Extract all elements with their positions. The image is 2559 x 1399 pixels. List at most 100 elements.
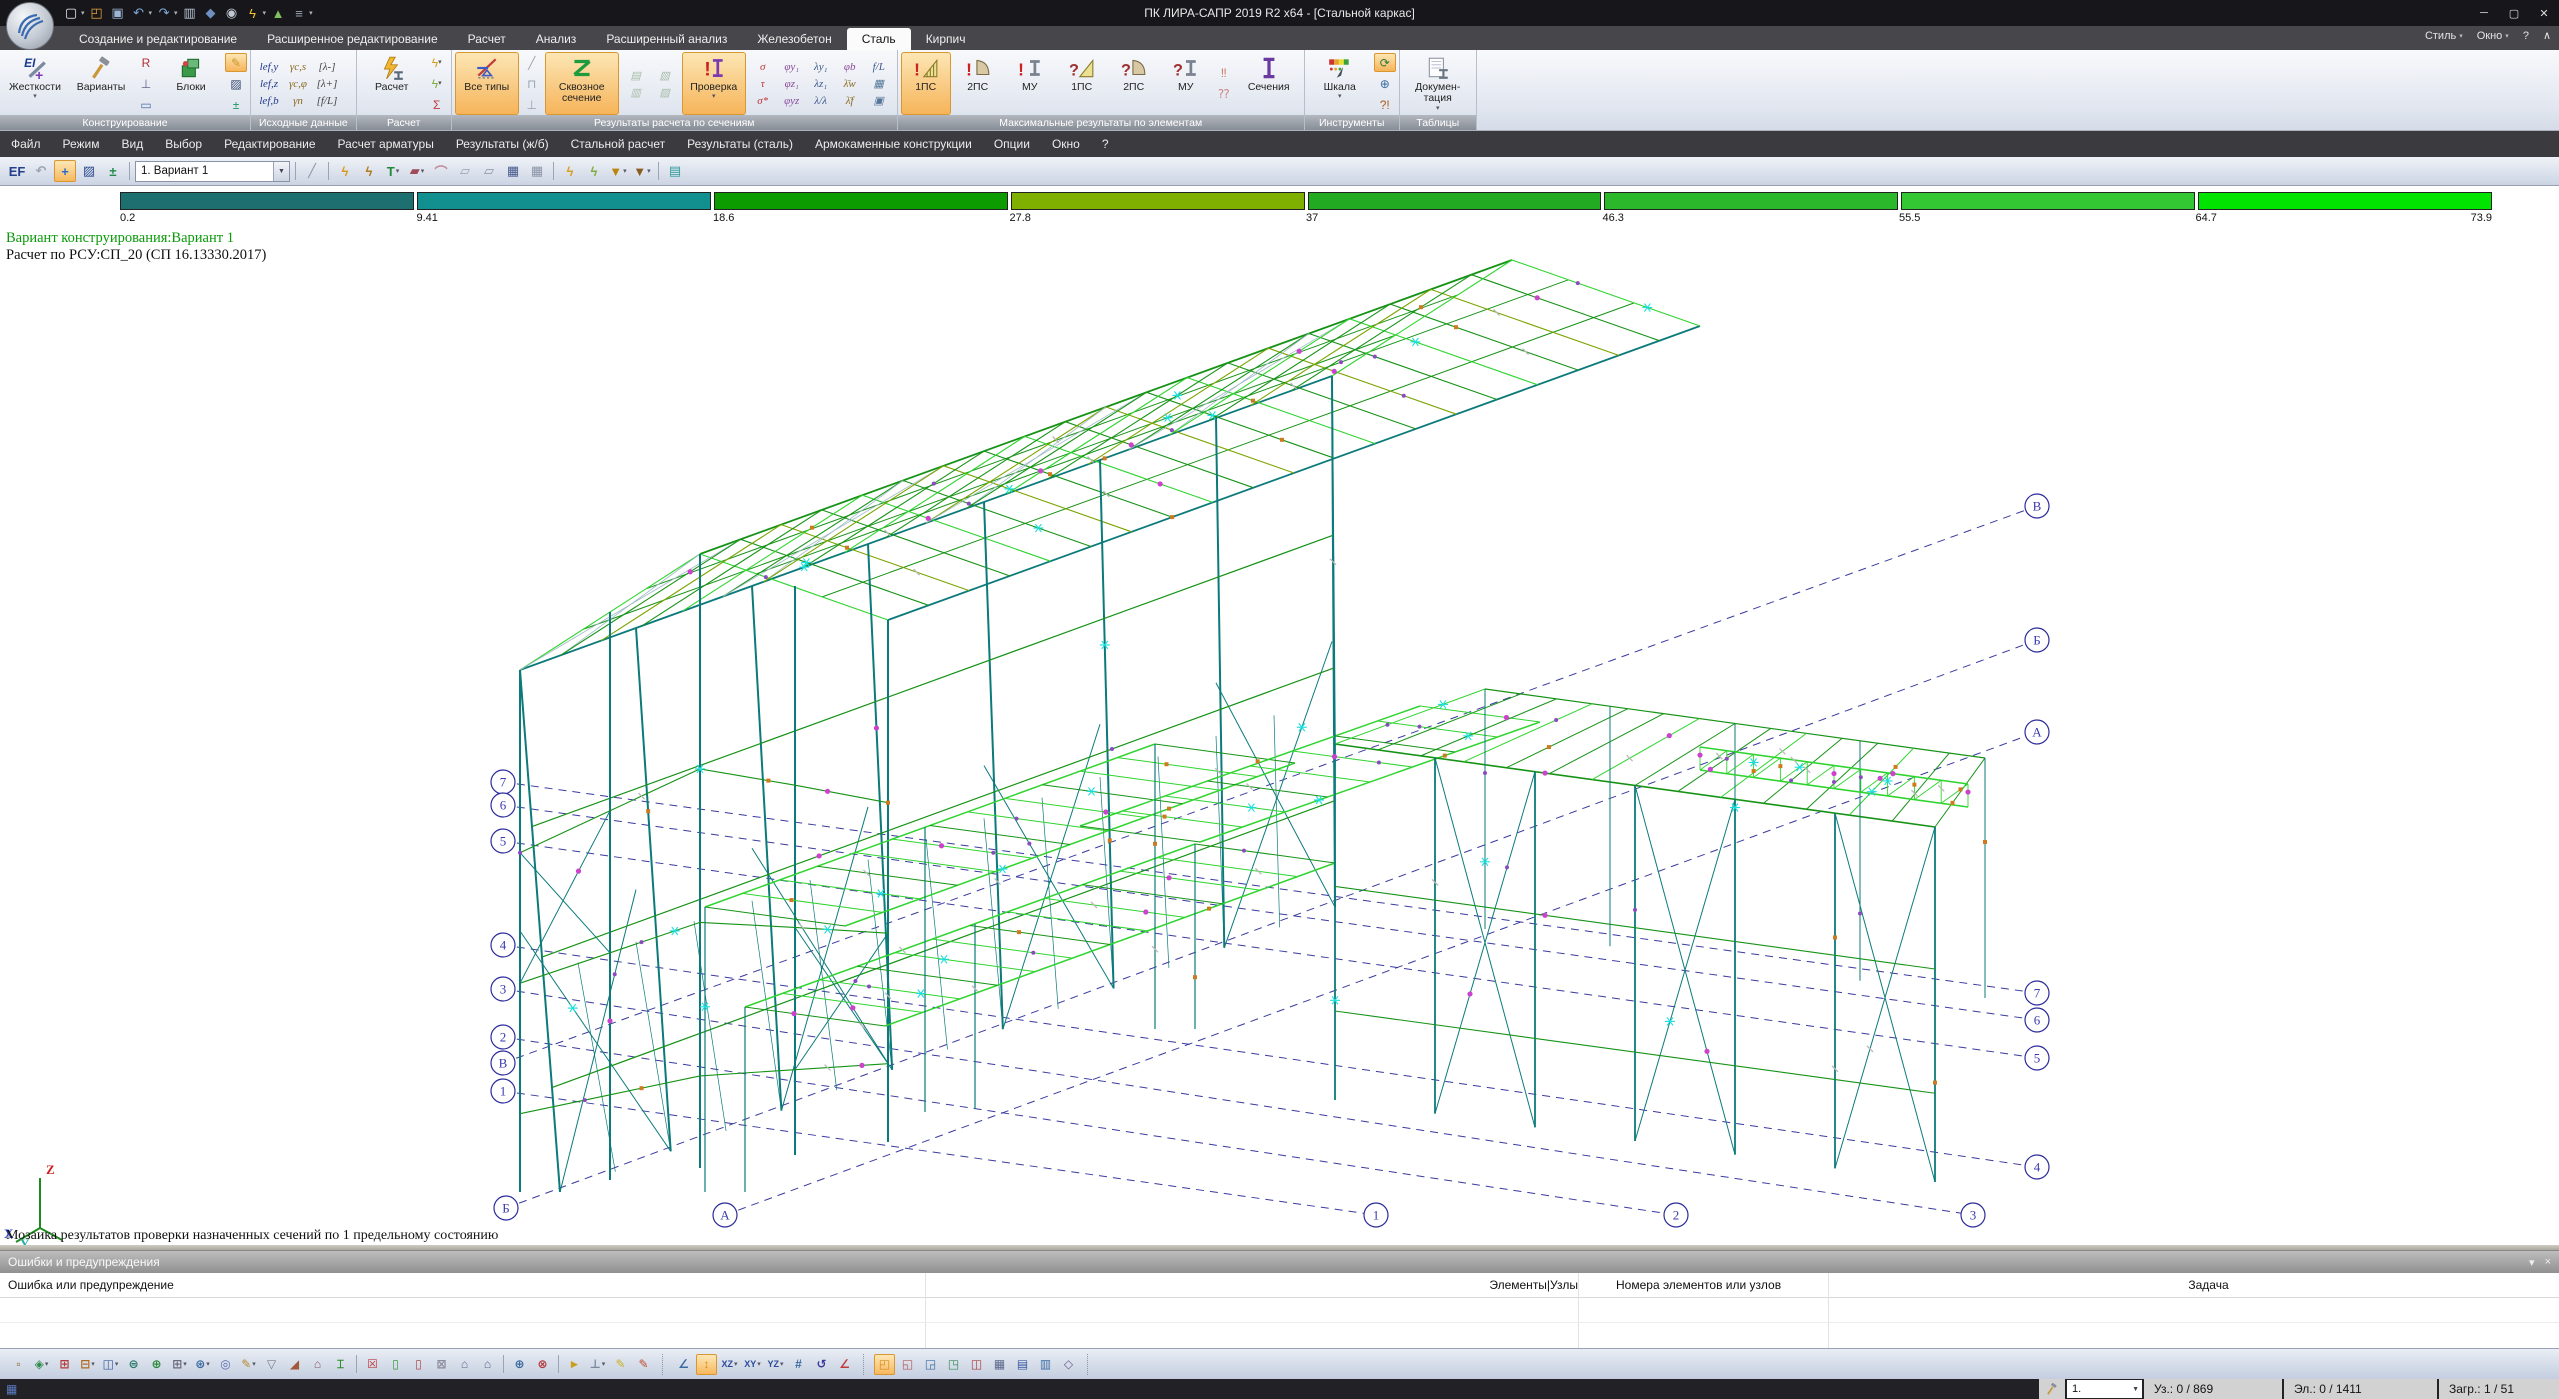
ribbon-symbol-cell[interactable]: ▥ — [623, 84, 649, 100]
menu-окно[interactable]: Окно — [1041, 137, 1091, 151]
col-error[interactable]: Ошибка или предупреждение — [0, 1273, 933, 1297]
undo-icon[interactable]: ↶ — [130, 4, 148, 22]
select-nodes-icon[interactable]: ⊞ — [54, 1354, 75, 1375]
view-yz-icon[interactable]: YZ▾ — [765, 1354, 786, 1375]
select-special-icon[interactable]: ⊛▾ — [192, 1354, 213, 1375]
table-doc-icon[interactable]: ▦ — [502, 160, 524, 182]
ribbon-button-stiffness[interactable]: EI+Жесткости▾ — [3, 52, 67, 115]
plus-minus-icon[interactable]: ± — [102, 160, 124, 182]
panel-close-icon[interactable]: × — [2545, 1256, 2551, 1269]
ribbon-right-Окно[interactable]: Окно▾ — [2477, 30, 2509, 42]
ribbon-symbol-cell[interactable]: σ* — [750, 93, 776, 109]
menu-результаты-сталь-[interactable]: Результаты (сталь) — [676, 137, 804, 151]
view-xz-icon[interactable]: XZ▾ — [719, 1354, 740, 1375]
menu-опции[interactable]: Опции — [983, 137, 1041, 151]
calc-flash-b-icon[interactable]: ϟ — [583, 160, 605, 182]
perp-icon[interactable]: ⊥▾ — [587, 1354, 608, 1375]
draw-pen-icon[interactable]: ✎▾ — [238, 1354, 259, 1375]
corner-icon[interactable]: ◢ — [284, 1354, 305, 1375]
menu-вид[interactable]: Вид — [111, 137, 155, 151]
ribbon-symbol-cell[interactable]: [λ+] — [314, 76, 340, 92]
ribbon-symbol-cell[interactable]: ▤ — [623, 67, 649, 83]
fragment-4-icon[interactable]: ◫ — [966, 1354, 987, 1375]
ribbon-small-icon[interactable]: ?! — [1374, 95, 1396, 114]
snapshot-icon[interactable]: ◉ — [223, 4, 241, 22]
tab-сталь[interactable]: Сталь — [847, 28, 911, 50]
ribbon-small-icon[interactable]: ⊥ — [521, 95, 543, 114]
select-add-icon[interactable]: ⊕ — [146, 1354, 167, 1375]
select-poly-icon[interactable]: ▫ — [8, 1354, 29, 1375]
calc-book-icon[interactable]: ϟ — [358, 160, 380, 182]
rotate-view-icon[interactable]: ↺ — [811, 1354, 832, 1375]
ribbon-small-icon[interactable]: ⟳ — [1374, 53, 1396, 72]
close-button[interactable]: ✕ — [2529, 3, 2559, 23]
fragment-1-icon[interactable]: ◱ — [897, 1354, 918, 1375]
view-xy-icon[interactable]: XY▾ — [742, 1354, 763, 1375]
select-elements-icon[interactable]: ⊟▾ — [77, 1354, 98, 1375]
hammer-icon[interactable] — [2039, 1379, 2065, 1399]
ribbon-button-q-beam[interactable]: ?МУ — [1161, 52, 1211, 115]
eraser-icon[interactable]: ▰▾ — [406, 160, 428, 182]
panel-b-icon[interactable]: ▱ — [478, 160, 500, 182]
ribbon-small-icon[interactable]: ϟ▾ — [426, 53, 448, 72]
ribbon-symbol-cell[interactable]: γn — [285, 93, 311, 109]
col-elements-nodes[interactable]: Элементы|Узлы — [933, 1273, 1586, 1297]
archive-icon[interactable]: ▥ — [181, 4, 199, 22]
pointer-icon[interactable]: ► — [564, 1354, 585, 1375]
ribbon-symbol-cell[interactable]: λ̄w — [837, 76, 863, 92]
variant-combo[interactable]: 1.▼ — [2067, 1380, 2142, 1398]
calc-steel-icon[interactable]: ϟ — [334, 160, 356, 182]
calc-flash-a-icon[interactable]: ϟ — [559, 160, 581, 182]
fragment-8-icon[interactable]: ◇ — [1058, 1354, 1079, 1375]
ribbon-button-alltypes[interactable]: Все типы — [455, 52, 519, 115]
fragment-3-icon[interactable]: ◳ — [943, 1354, 964, 1375]
ribbon-small-icon[interactable]: ╱ — [521, 53, 543, 72]
ribbon-symbol-cell[interactable]: [f/L] — [314, 93, 340, 109]
ribbon-small-icon[interactable]: Σ — [426, 95, 448, 114]
ribbon-small-icon[interactable]: ▭ — [135, 95, 157, 114]
select-equal-icon[interactable]: ⊜ — [123, 1354, 144, 1375]
filter-icon[interactable]: ▽ — [261, 1354, 282, 1375]
fragment-7-icon[interactable]: ▥ — [1035, 1354, 1056, 1375]
col-numbers[interactable]: Номера элементов или узлов — [1586, 1273, 1858, 1297]
ribbon-button-scaleic[interactable]: Шкала▾ — [1308, 52, 1372, 115]
ribbon-symbol-cell[interactable]: λ/λ — [808, 93, 834, 109]
variant-selector-combo[interactable]: 1. Вариант 1▼ — [135, 161, 290, 182]
menu-стальной-расчет[interactable]: Стальной расчет — [560, 137, 677, 151]
ribbon-symbol-cell[interactable]: ▧ — [652, 67, 678, 83]
tab-создание-и-редактирование[interactable]: Создание и редактирование — [64, 28, 252, 50]
frame-tool-icon[interactable]: ⌂ — [307, 1354, 328, 1375]
tab-расширенный-анализ[interactable]: Расширенный анализ — [591, 28, 742, 50]
menu-расчет-арматуры[interactable]: Расчет арматуры — [327, 137, 445, 151]
ribbon-symbol-cell[interactable]: σ — [750, 59, 776, 75]
ribbon-small-icon[interactable]: ⊥ — [135, 74, 157, 93]
numbers-icon[interactable]: # — [788, 1354, 809, 1375]
redo-icon[interactable]: ↷ — [155, 4, 173, 22]
ribbon-button-check[interactable]: !Проверка▾ — [682, 52, 746, 115]
ribbon-symbol-cell[interactable]: ▣ — [866, 93, 892, 109]
mosaic-scale-icon[interactable]: ▤ — [664, 160, 686, 182]
run-icon[interactable]: ϟ — [244, 4, 262, 22]
funnel-b-icon[interactable]: ▼▾ — [631, 160, 653, 182]
ribbon-button-doc[interactable]: Докумен-тация▾ — [1403, 52, 1473, 115]
errors-panel-header[interactable]: Ошибки и предупреждения ▾ × — [0, 1251, 2559, 1273]
ribbon-right-Стиль[interactable]: Стиль▾ — [2425, 30, 2463, 42]
ribbon-symbol-cell[interactable]: φz₁ — [779, 76, 805, 92]
undo-assign-icon[interactable]: ↶ — [30, 160, 52, 182]
select-grid-icon[interactable]: ⊞▾ — [169, 1354, 190, 1375]
ribbon-button-ex-tri[interactable]: !1ПС — [901, 52, 951, 115]
ribbon-button-calc[interactable]: Расчет — [360, 52, 424, 115]
add-assign-icon[interactable]: + — [54, 160, 76, 182]
fragment-6-icon[interactable]: ▤ — [1012, 1354, 1033, 1375]
menu-файл[interactable]: Файл — [0, 137, 52, 151]
fragment-pen-icon[interactable]: ◰ — [874, 1354, 895, 1375]
zoom-off-icon[interactable]: ⊗ — [532, 1354, 553, 1375]
ribbon-symbol-cell[interactable]: [λ-] — [314, 59, 340, 75]
menu-результаты-ж-б-[interactable]: Результаты (ж/б) — [445, 137, 560, 151]
iso-view-icon[interactable]: ↕ — [696, 1354, 717, 1375]
ribbon-symbol-cell[interactable]: τ — [750, 76, 776, 92]
menu-редактирование[interactable]: Редактирование — [213, 137, 326, 151]
ribbon-small-icon[interactable]: ‼ — [1213, 64, 1235, 83]
tab-расчет[interactable]: Расчет — [453, 28, 521, 50]
zoom-in-icon[interactable]: ⊕ — [509, 1354, 530, 1375]
